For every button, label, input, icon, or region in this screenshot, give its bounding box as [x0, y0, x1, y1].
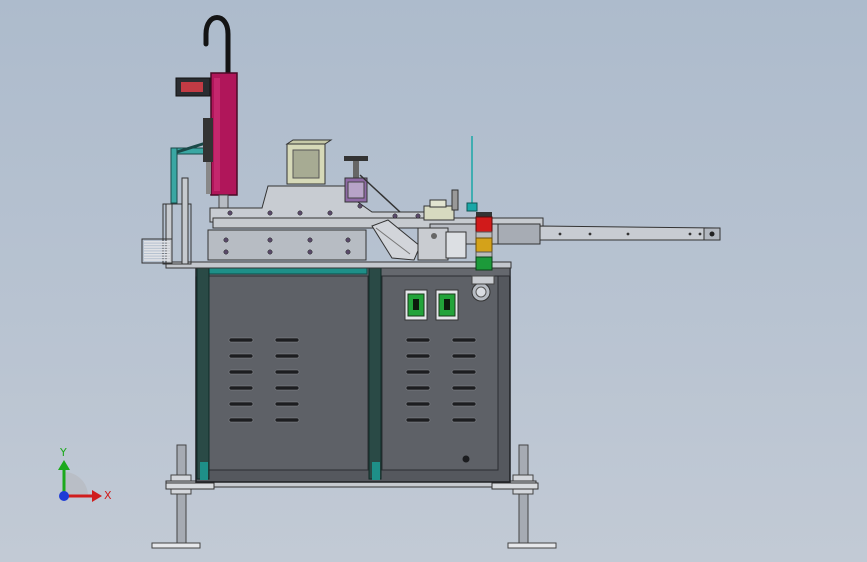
- rail-hole: [588, 232, 592, 236]
- fin: [144, 254, 170, 256]
- signal-tower-light: [475, 212, 493, 271]
- fin: [144, 241, 170, 243]
- base-foot-plate-left: [165, 482, 215, 490]
- vent-slot: [405, 385, 431, 391]
- vent-slot: [228, 385, 254, 391]
- fin: [144, 243, 170, 246]
- z-axis-dot: [59, 491, 69, 501]
- rotary-switch-2[interactable]: [435, 289, 459, 321]
- fin: [144, 248, 170, 251]
- rail-hole: [558, 232, 562, 236]
- x-axis-label: X: [104, 489, 112, 502]
- vent-slot: [451, 385, 477, 391]
- vent-slot: [405, 369, 431, 375]
- fin: [144, 256, 170, 259]
- fin: [144, 246, 170, 248]
- mounting-hole: [297, 210, 303, 216]
- vent-slot: [451, 337, 477, 343]
- vent-slot: [228, 369, 254, 375]
- y-axis-arrowhead: [58, 460, 70, 470]
- vent-slot: [405, 417, 431, 423]
- vent-slot: [405, 401, 431, 407]
- mounting-hole: [267, 249, 273, 255]
- feed-rail: [429, 223, 721, 245]
- cabinet-lock-icon[interactable]: [462, 455, 470, 463]
- mounting-hole: [415, 213, 421, 219]
- mounting-hole: [357, 203, 363, 209]
- mounting-hole: [345, 237, 351, 243]
- vent-slot: [451, 369, 477, 375]
- vent-slot: [228, 353, 254, 359]
- coordinate-triad: Y X: [58, 446, 112, 502]
- rail-hole: [688, 232, 692, 236]
- vent-slot: [405, 353, 431, 359]
- rail-hole: [626, 232, 630, 236]
- cad-model-viewport[interactable]: Y X: [0, 0, 867, 562]
- mounting-hole: [223, 237, 229, 243]
- vent-slot: [405, 337, 431, 343]
- fin: [144, 259, 170, 261]
- mounting-hole: [392, 213, 398, 219]
- vent-slot: [274, 385, 300, 391]
- mounting-hole: [223, 249, 229, 255]
- mounting-hole: [307, 237, 313, 243]
- vent-slot: [228, 401, 254, 407]
- vent-slot: [451, 401, 477, 407]
- mounting-hole: [227, 210, 233, 216]
- vent-slot: [274, 417, 300, 423]
- rotary-switch-1[interactable]: [404, 289, 428, 321]
- mounting-hole: [267, 237, 273, 243]
- vent-slot: [274, 369, 300, 375]
- table-top: [165, 261, 512, 269]
- mounting-hole: [327, 210, 333, 216]
- x-axis-arrowhead: [92, 490, 102, 502]
- leveling-foot-right: [507, 444, 557, 549]
- drive-box: [285, 139, 333, 185]
- leveling-foot-left: [151, 444, 201, 549]
- side-plate-assembly: [207, 185, 544, 261]
- mounting-hole: [345, 249, 351, 255]
- fin: [144, 251, 170, 253]
- vent-slot: [451, 353, 477, 359]
- vent-slot: [274, 401, 300, 407]
- vent-slot: [228, 417, 254, 423]
- mounting-hole: [307, 249, 313, 255]
- vent-slot: [274, 353, 300, 359]
- base-foot-plate-right: [491, 482, 539, 490]
- vent-slot: [274, 337, 300, 343]
- y-axis-label: Y: [59, 446, 67, 459]
- antenna: [466, 136, 478, 212]
- mounting-hole: [267, 210, 273, 216]
- vent-slot: [451, 417, 477, 423]
- vent-slot: [228, 337, 254, 343]
- rail-hole: [698, 232, 702, 236]
